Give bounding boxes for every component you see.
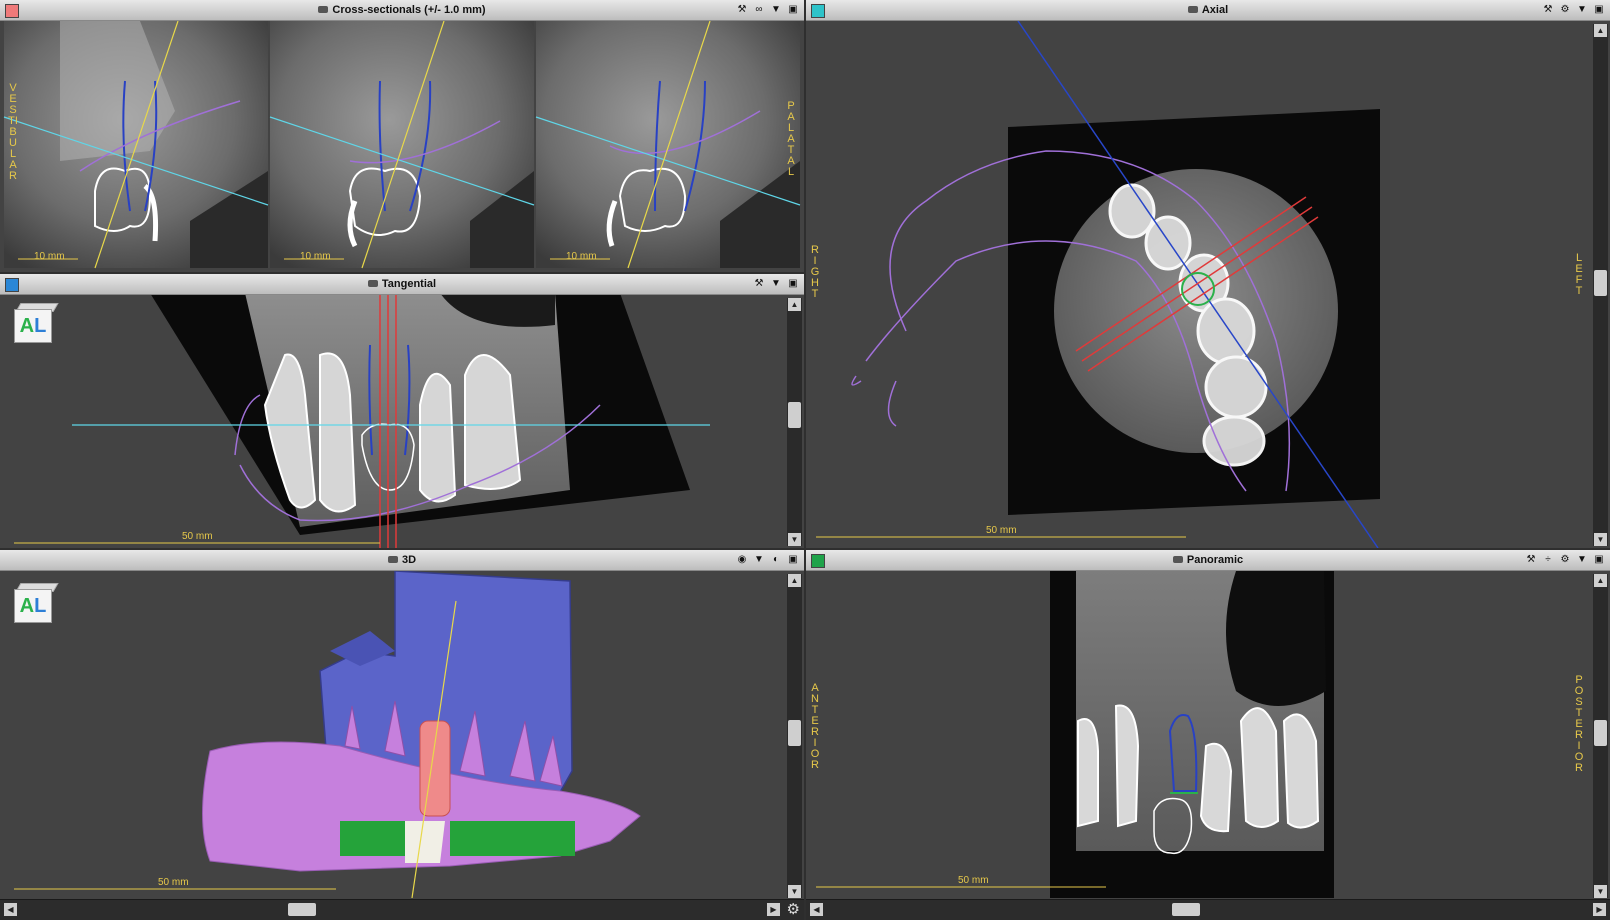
scroll-thumb[interactable] <box>788 720 801 746</box>
maximize-icon[interactable]: ▣ <box>786 3 800 16</box>
dropdown-arrow-icon[interactable]: ▼ <box>752 553 766 566</box>
scroll-down-icon[interactable]: ▼ <box>788 885 801 898</box>
dropdown-arrow-icon[interactable]: ▼ <box>769 277 783 290</box>
color-swatch[interactable] <box>5 4 19 18</box>
scroll-down-icon[interactable]: ▼ <box>788 533 801 546</box>
scroll-up-icon[interactable]: ▲ <box>1594 24 1607 37</box>
scale-label-1: 10 mm <box>34 251 65 262</box>
maximize-icon[interactable]: ▣ <box>1592 553 1606 566</box>
panel-title: 3D <box>401 554 417 566</box>
settings-gear-icon[interactable]: ⚙ <box>787 901 800 919</box>
cross-sectional-images <box>3 21 801 269</box>
color-swatch[interactable] <box>811 4 825 18</box>
maximize-icon[interactable]: ▣ <box>1592 3 1606 16</box>
color-swatch[interactable] <box>5 278 19 292</box>
panel-title: Tangential <box>381 278 437 290</box>
3d-model <box>14 571 641 898</box>
link-icon[interactable]: ∞ <box>752 3 766 16</box>
axial-titlebar[interactable]: Axial ⚒ ⚙ ▼ ▣ <box>806 0 1610 21</box>
vertical-scrollbar[interactable]: ▲ ▼ <box>1593 24 1608 546</box>
vertical-scrollbar[interactable]: ▲ ▼ <box>787 298 802 546</box>
orientation-label-left: ANTERIOR <box>810 682 820 771</box>
axial-panel[interactable]: Axial ⚒ ⚙ ▼ ▣ RIGHT LEFT 50 mm ▲ ▼ <box>806 0 1610 548</box>
scroll-down-icon[interactable]: ▼ <box>1594 885 1607 898</box>
panel-title: Axial <box>1201 4 1229 16</box>
cross-sectional-views[interactable]: VESTIBULAR PALATAL 10 mm 10 mm 10 mm <box>0 21 804 272</box>
dropdown-arrow-icon[interactable]: ▼ <box>1575 3 1589 16</box>
panoramic-titlebar[interactable]: Panoramic ⚒ ÷ ⚙ ▼ ▣ <box>806 550 1610 571</box>
dropdown-arrow-icon[interactable]: ▼ <box>1575 553 1589 566</box>
toggle-icon[interactable]: ◐ <box>769 553 783 566</box>
scroll-up-icon[interactable]: ▲ <box>788 574 801 587</box>
slice-3 <box>535 21 801 269</box>
scroll-thumb[interactable] <box>1594 720 1607 746</box>
scroll-down-icon[interactable]: ▼ <box>1594 533 1607 546</box>
slice-1 <box>3 21 269 269</box>
scroll-up-icon[interactable]: ▲ <box>1594 574 1607 587</box>
scroll-right-icon[interactable]: ▶ <box>767 903 780 916</box>
tools-icon[interactable]: ⚒ <box>1541 3 1555 16</box>
orientation-label-right: LEFT <box>1575 252 1583 297</box>
orientation-label-left: VESTIBULAR <box>8 82 18 182</box>
camera-icon <box>318 5 329 13</box>
camera-icon <box>1172 555 1183 563</box>
panoramic-image <box>816 571 1334 898</box>
3d-panel[interactable]: 3D ◉ ▼ ◐ ▣ AL 50 mm ▲ ▼ ◀ ▶ ⚙ <box>0 550 804 920</box>
scroll-thumb[interactable] <box>788 402 801 428</box>
panel-title: Cross-sectionals (+/- 1.0 mm) <box>332 4 486 16</box>
scale-label: 50 mm <box>182 531 213 542</box>
vertical-scrollbar[interactable]: ▲ ▼ <box>1593 574 1608 898</box>
3d-view[interactable]: AL 50 mm <box>0 571 804 898</box>
color-swatch[interactable] <box>811 554 825 568</box>
scroll-right-icon[interactable]: ▶ <box>1593 903 1606 916</box>
scroll-thumb[interactable] <box>1594 270 1607 296</box>
scroll-up-icon[interactable]: ▲ <box>788 298 801 311</box>
panel-title: Panoramic <box>1186 554 1244 566</box>
vertical-scrollbar[interactable]: ▲ ▼ <box>787 574 802 898</box>
maximize-icon[interactable]: ▣ <box>786 553 800 566</box>
tangential-image <box>14 295 710 548</box>
tools-icon[interactable]: ⚒ <box>752 277 766 290</box>
horizontal-scrollbar[interactable]: ◀ ▶ ⚙ <box>0 899 804 920</box>
axial-image <box>816 21 1380 548</box>
tools-icon[interactable]: ⚒ <box>735 3 749 16</box>
camera-icon <box>387 555 398 563</box>
settings-gear-icon[interactable]: ⚙ <box>1558 3 1572 16</box>
panoramic-view[interactable]: ANTERIOR POSTERIOR 50 mm <box>806 571 1610 898</box>
tools-icon[interactable]: ⚒ <box>1524 553 1538 566</box>
adjust-icon[interactable]: ÷ <box>1541 553 1555 566</box>
tangential-panel[interactable]: Tangential ⚒ ▼ ▣ AL 50 mm ▲ ▼ <box>0 274 804 548</box>
scroll-left-icon[interactable]: ◀ <box>810 903 823 916</box>
axial-view[interactable]: RIGHT LEFT 50 mm <box>806 21 1610 548</box>
scale-label: 50 mm <box>958 875 989 886</box>
orientation-label-right: PALATAL <box>787 100 795 178</box>
camera-icon <box>367 279 378 287</box>
dropdown-arrow-icon[interactable]: ▼ <box>769 3 783 16</box>
camera-icon <box>1187 5 1198 13</box>
tangential-view[interactable]: AL 50 mm <box>0 295 804 548</box>
scale-label-2: 10 mm <box>300 251 331 262</box>
horizontal-scrollbar[interactable]: ◀ ▶ <box>806 899 1610 920</box>
maximize-icon[interactable]: ▣ <box>786 277 800 290</box>
tangential-titlebar[interactable]: Tangential ⚒ ▼ ▣ <box>0 274 804 295</box>
scroll-left-icon[interactable]: ◀ <box>4 903 17 916</box>
scale-label: 50 mm <box>986 525 1017 536</box>
slice-2 <box>269 21 535 269</box>
cross-sectionals-titlebar[interactable]: Cross-sectionals (+/- 1.0 mm) ⚒ ∞ ▼ ▣ <box>0 0 804 21</box>
scale-label: 50 mm <box>158 877 189 888</box>
panoramic-panel[interactable]: Panoramic ⚒ ÷ ⚙ ▼ ▣ ANTERIOR POSTERIOR 5… <box>806 550 1610 920</box>
cross-sectionals-panel[interactable]: Cross-sectionals (+/- 1.0 mm) ⚒ ∞ ▼ ▣ VE… <box>0 0 804 272</box>
settings-gear-icon[interactable]: ⚙ <box>1558 553 1572 566</box>
orientation-label-right: POSTERIOR <box>1574 674 1584 774</box>
scale-label-3: 10 mm <box>566 251 597 262</box>
orientation-label-left: RIGHT <box>810 244 820 300</box>
eye-icon[interactable]: ◉ <box>735 553 749 566</box>
scroll-thumb[interactable] <box>288 903 316 916</box>
scroll-thumb[interactable] <box>1172 903 1200 916</box>
3d-titlebar[interactable]: 3D ◉ ▼ ◐ ▣ <box>0 550 804 571</box>
